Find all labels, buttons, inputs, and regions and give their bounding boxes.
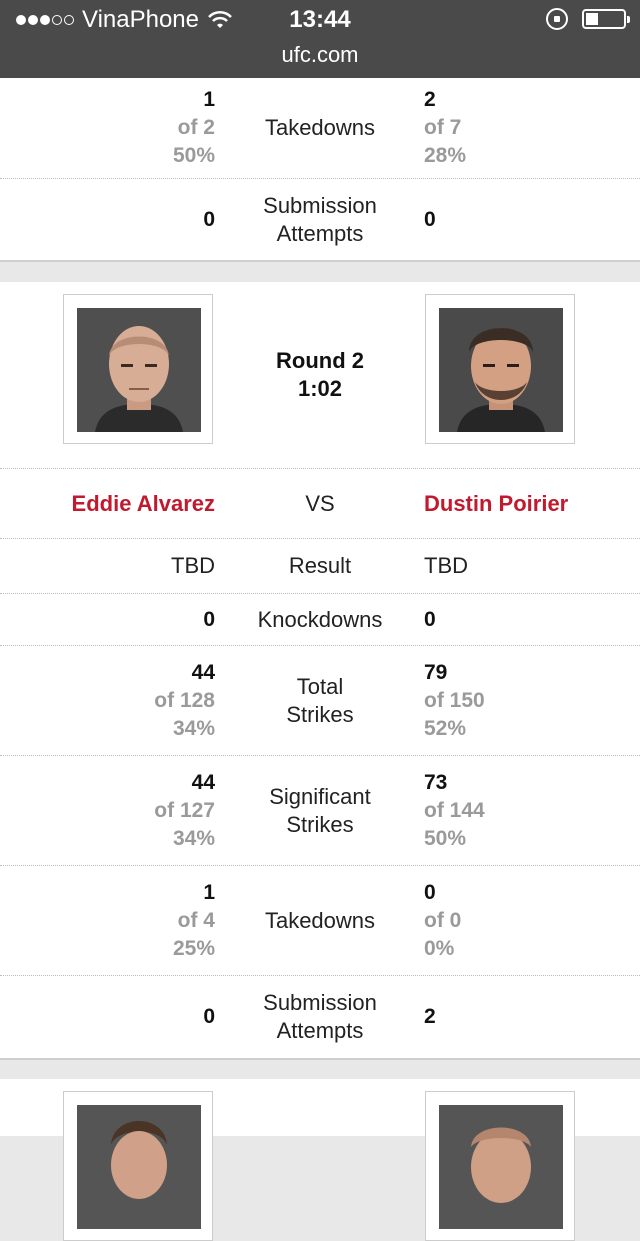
- left-percent: 50%: [172, 144, 215, 167]
- stat-label: Result: [288, 553, 352, 578]
- left-attempts: of 4: [177, 908, 215, 932]
- stat-row-takedowns: 1 of 2 50% Takedowns 2 of 7 28%: [0, 78, 640, 179]
- stat-row-knockdowns: 0 Knockdowns 0: [0, 594, 640, 646]
- round2-stats-card: Round 2 1:02 Eddie Alvarez VS Dustin Poi: [0, 282, 640, 1060]
- stat-row-submissions: 0 Submission Attempts 2: [0, 976, 640, 1058]
- right-value: 2: [424, 88, 436, 111]
- rotation-lock-icon: [546, 8, 568, 30]
- stat-label: Total Strikes: [286, 673, 354, 727]
- stat-label: Knockdowns: [257, 606, 383, 632]
- right-value: 0: [424, 207, 436, 231]
- clock: 13:44: [289, 6, 351, 33]
- left-attempts: of 128: [154, 688, 215, 712]
- right-attempts: of 144: [424, 798, 485, 822]
- stat-label: Submission Attempts: [263, 192, 377, 246]
- fighter-right-name[interactable]: Dustin Poirier: [424, 491, 568, 517]
- left-value: 44: [191, 660, 215, 684]
- address-bar[interactable]: ufc.com: [0, 42, 640, 68]
- left-attempts: of 127: [154, 798, 215, 822]
- left-value: 0: [203, 607, 215, 631]
- left-value: 44: [191, 770, 215, 794]
- left-value: 0: [203, 207, 215, 231]
- right-attempts: of 0: [424, 908, 462, 932]
- left-attempts: of 2: [177, 116, 215, 139]
- stat-label: Takedowns: [264, 115, 376, 140]
- left-value: 0: [203, 1005, 215, 1028]
- stat-label: Takedowns: [264, 907, 376, 933]
- right-percent: 52%: [424, 716, 467, 740]
- fighters-header-row: Round 2 1:02: [0, 282, 640, 469]
- round1-stats-card: 1 of 2 50% Takedowns 2 of 7 28% 0 Submis…: [0, 78, 640, 262]
- fighter-left-name[interactable]: Eddie Alvarez: [72, 491, 215, 517]
- right-value: 2: [424, 1005, 436, 1028]
- right-percent: 28%: [424, 144, 467, 167]
- left-value: 1: [203, 880, 215, 904]
- stat-label: Significant Strikes: [269, 783, 371, 837]
- stat-row-total-strikes: 44 of 128 34% Total Strikes 79 of 150 52…: [0, 646, 640, 756]
- round-time: 1:02: [297, 376, 343, 401]
- fighter-names-row: Eddie Alvarez VS Dustin Poirier: [0, 469, 640, 539]
- round3-stats-card: [0, 1079, 640, 1241]
- fighter-right-photo[interactable]: [425, 1091, 575, 1241]
- vs-label: VS: [305, 490, 335, 516]
- battery-icon: [582, 9, 630, 29]
- right-value: TBD: [424, 553, 468, 578]
- right-percent: 0%: [424, 936, 455, 960]
- right-value: 73: [424, 770, 448, 794]
- stat-row-significant-strikes: 44 of 127 34% Significant Strikes 73 of …: [0, 756, 640, 866]
- stat-label: Submission Attempts: [263, 990, 377, 1043]
- left-value: 1: [203, 88, 215, 111]
- round-label: Round 2: [276, 348, 364, 373]
- left-percent: 34%: [172, 826, 215, 850]
- right-value: 79: [424, 660, 448, 684]
- stat-row-submissions: 0 Submission Attempts 0: [0, 179, 640, 260]
- left-value: TBD: [171, 553, 215, 578]
- status-bar: VinaPhone 13:44 ufc.com: [0, 0, 640, 78]
- fighter-left-photo[interactable]: [63, 294, 213, 444]
- right-value: 0: [424, 607, 436, 631]
- right-value: 0: [424, 880, 436, 904]
- left-percent: 34%: [172, 716, 215, 740]
- left-percent: 25%: [172, 936, 215, 960]
- stat-row-takedowns: 1 of 4 25% Takedowns 0 of 0 0%: [0, 866, 640, 976]
- fighter-left-avatar-icon: [77, 308, 201, 432]
- stat-row-result: TBD Result TBD: [0, 539, 640, 594]
- right-attempts: of 7: [424, 116, 462, 139]
- fighter-right-avatar-icon: [439, 308, 563, 432]
- fighter-right-avatar-icon: [439, 1105, 563, 1229]
- right-percent: 50%: [424, 826, 467, 850]
- fighter-left-avatar-icon: [77, 1105, 201, 1229]
- fighter-left-photo[interactable]: [63, 1091, 213, 1241]
- fighter-right-photo[interactable]: [425, 294, 575, 444]
- right-attempts: of 150: [424, 688, 485, 712]
